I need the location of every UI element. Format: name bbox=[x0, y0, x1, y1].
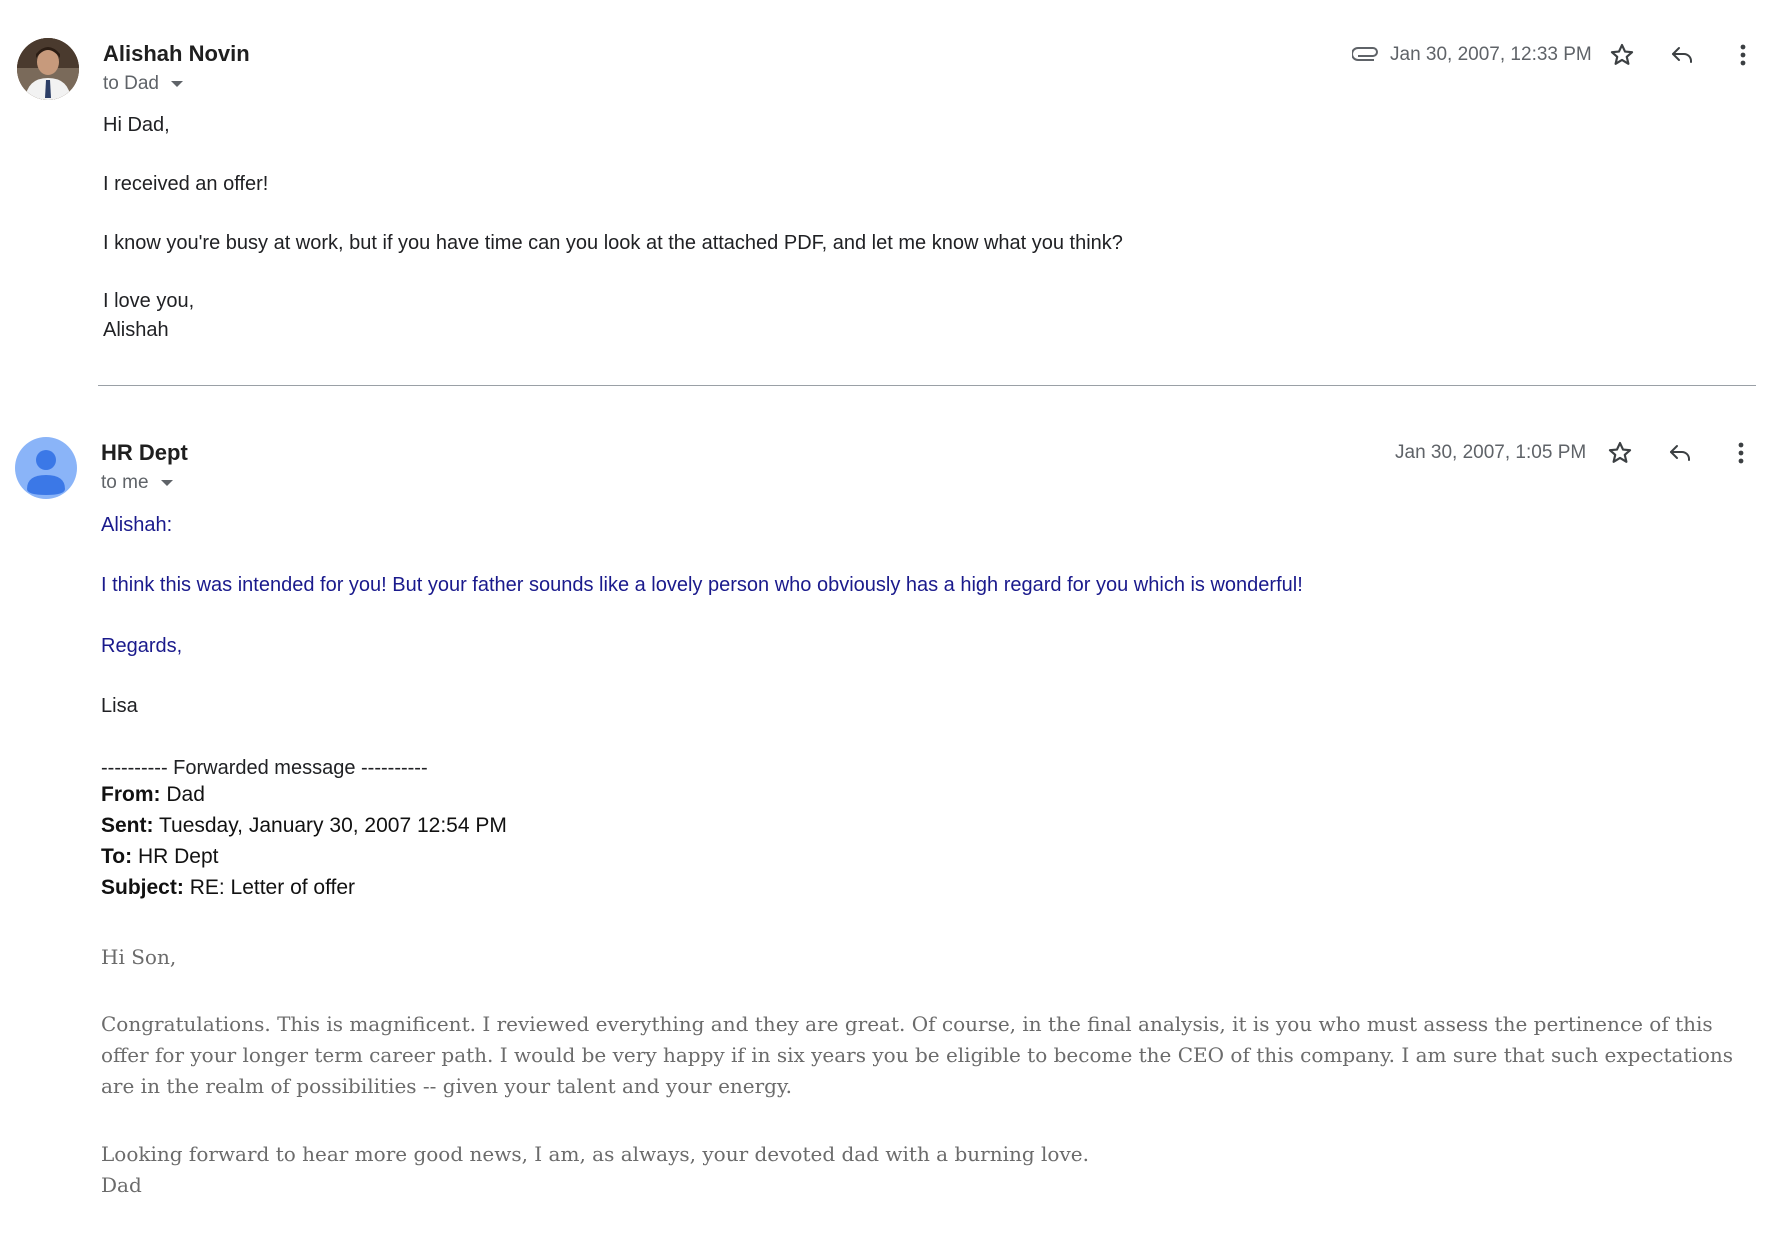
recipient-toggle[interactable]: to Dad bbox=[103, 73, 183, 95]
to-label: To: bbox=[101, 845, 133, 868]
reply-icon[interactable] bbox=[1663, 436, 1697, 470]
recipient-toggle[interactable]: to me bbox=[101, 472, 173, 494]
avatar-photo bbox=[17, 38, 79, 100]
forwarded-subject: Subject: RE: Letter of offer bbox=[101, 876, 355, 900]
subject-label: Subject: bbox=[101, 876, 184, 899]
sent-value: Tuesday, January 30, 2007 12:54 PM bbox=[158, 814, 507, 837]
chevron-down-icon bbox=[170, 81, 183, 87]
star-icon[interactable] bbox=[1605, 38, 1639, 72]
dad-closing: Looking forward to hear more good news, … bbox=[101, 1142, 1089, 1166]
from-label: From: bbox=[101, 783, 161, 806]
body-line: I received an offer! bbox=[103, 173, 269, 195]
message-date: Jan 30, 2007, 12:33 PM bbox=[1390, 44, 1592, 65]
forwarded-sent: Sent: Tuesday, January 30, 2007 12:54 PM bbox=[101, 814, 507, 838]
body-greeting: Hi Dad, bbox=[103, 114, 170, 136]
reply-icon[interactable] bbox=[1665, 38, 1699, 72]
body-line: I know you're busy at work, but if you h… bbox=[103, 232, 1123, 254]
to-value: HR Dept bbox=[137, 845, 219, 868]
person-icon bbox=[27, 450, 65, 495]
forwarded-to: To: HR Dept bbox=[101, 845, 218, 869]
sender-avatar[interactable] bbox=[17, 38, 79, 100]
body-regards: Regards, bbox=[101, 635, 183, 657]
sender-name: Alishah Novin bbox=[103, 41, 250, 66]
star-icon[interactable] bbox=[1603, 436, 1637, 470]
subject-value: RE: Letter of offer bbox=[189, 876, 356, 899]
body-signature: Lisa bbox=[101, 695, 138, 717]
sent-label: Sent: bbox=[101, 814, 154, 837]
message-divider bbox=[98, 385, 1756, 386]
body-greeting: Alishah: bbox=[101, 514, 173, 536]
more-vert-icon[interactable] bbox=[1724, 436, 1758, 470]
forwarded-from: From: Dad bbox=[101, 783, 205, 807]
chevron-down-icon bbox=[160, 480, 173, 486]
sender-name: HR Dept bbox=[101, 440, 188, 465]
dad-signature: Dad bbox=[101, 1173, 142, 1197]
dad-greeting: Hi Son, bbox=[101, 945, 177, 969]
paperclip-icon[interactable] bbox=[1349, 36, 1383, 70]
recipient-label: to Dad bbox=[103, 73, 159, 94]
body-line: I think this was intended for you! But y… bbox=[101, 574, 1303, 596]
message-date: Jan 30, 2007, 1:05 PM bbox=[1395, 442, 1587, 463]
more-vert-icon[interactable] bbox=[1726, 38, 1760, 72]
sender-avatar[interactable] bbox=[15, 437, 77, 499]
recipient-label: to me bbox=[101, 472, 149, 493]
dad-paragraph: Congratulations. This is magnificent. I … bbox=[101, 1012, 1734, 1098]
forwarded-separator: ---------- Forwarded message ---------- bbox=[101, 757, 428, 779]
from-value: Dad bbox=[166, 783, 205, 806]
body-signature: Alishah bbox=[103, 319, 169, 341]
body-closing: I love you, bbox=[103, 290, 195, 312]
